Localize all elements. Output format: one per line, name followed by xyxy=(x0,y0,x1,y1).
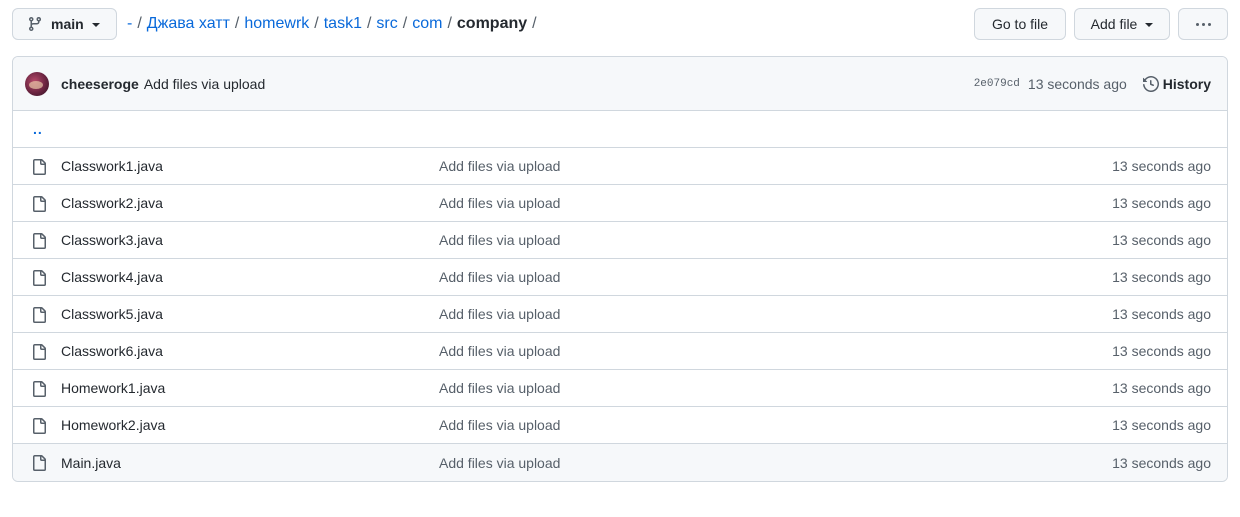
branch-label: main xyxy=(51,16,84,32)
file-commit-age: 13 seconds ago xyxy=(1112,417,1211,433)
file-name-link[interactable]: Main.java xyxy=(61,455,121,471)
file-commit-message[interactable]: Add files via upload xyxy=(439,158,560,174)
file-list: Classwork1.java Add files via upload 13 se… xyxy=(13,148,1227,481)
history-link[interactable]: History xyxy=(1142,75,1211,92)
file-name-link[interactable]: Classwork1.java xyxy=(61,158,163,174)
file-name-link[interactable]: Homework1.java xyxy=(61,380,165,396)
file-icon xyxy=(33,455,46,471)
go-to-file-button[interactable]: Go to file xyxy=(974,8,1066,40)
history-label: History xyxy=(1162,75,1211,92)
file-row: Main.java Add files via upload 13 seconds … xyxy=(13,444,1227,481)
breadcrumb-link[interactable]: Джава хатт xyxy=(147,15,230,33)
add-file-label: Add file xyxy=(1090,16,1138,32)
file-icon xyxy=(33,344,46,360)
breadcrumb-separator: / xyxy=(532,15,537,32)
breadcrumb-link[interactable]: - xyxy=(127,15,132,33)
file-row: Classwork2.java Add files via upload 13 se… xyxy=(13,185,1227,222)
file-commit-message[interactable]: Add files via upload xyxy=(439,417,560,433)
file-name-link[interactable]: Classwork2.java xyxy=(61,195,163,211)
file-icon xyxy=(33,418,46,434)
file-commit-age: 13 seconds ago xyxy=(1112,195,1211,211)
breadcrumb-separator: / xyxy=(402,15,408,32)
breadcrumb-link[interactable]: com xyxy=(412,15,442,33)
add-file-button[interactable]: Add file xyxy=(1074,8,1170,40)
chevron-down-icon xyxy=(1145,23,1154,27)
more-options-button[interactable] xyxy=(1178,8,1228,40)
top-bar: main - / Джава хатт / homewrk / task1/src / com /… xyxy=(12,8,1228,40)
file-commit-message[interactable]: Add files via upload xyxy=(439,269,560,285)
file-commit-age: 13 seconds ago xyxy=(1112,269,1211,285)
file-icon xyxy=(33,307,46,323)
latest-commit-bar: cheeseroge Add files via upload 2e079cd … xyxy=(13,57,1227,111)
file-commit-message[interactable]: Add files via upload xyxy=(439,343,560,359)
file-row: Homework2.java Add files via upload 13 sec… xyxy=(13,407,1227,444)
file-browser: cheeseroge Add files via upload 2e079cd … xyxy=(12,56,1228,482)
breadcrumb-link[interactable]: task1 xyxy=(324,15,362,33)
file-commit-message[interactable]: Add files via upload xyxy=(439,306,560,322)
breadcrumb-current: company xyxy=(456,15,528,32)
chevron-down-icon xyxy=(91,23,100,27)
branch-select-button[interactable]: main xyxy=(12,8,117,40)
kebab-horizontal-icon xyxy=(1195,22,1211,26)
breadcrumb-separator: / xyxy=(366,15,372,32)
git-branch-icon xyxy=(28,17,41,32)
file-name-link[interactable]: Classwork6.java xyxy=(61,343,163,359)
file-commit-message[interactable]: Add files via upload xyxy=(439,232,560,248)
avatar[interactable] xyxy=(25,71,49,96)
file-row: Classwork3.java Add files via upload 13 se… xyxy=(13,222,1227,259)
file-commit-age: 13 seconds ago xyxy=(1112,306,1211,322)
file-name-link[interactable]: Classwork3.java xyxy=(61,232,163,248)
breadcrumb-separator: / xyxy=(314,15,319,32)
file-commit-age: 13 seconds ago xyxy=(1112,380,1211,396)
file-icon xyxy=(33,381,46,397)
file-commit-message[interactable]: Add files via upload xyxy=(439,380,560,396)
file-row: Classwork1.java Add files via upload 13 se… xyxy=(13,148,1227,185)
file-name-link[interactable]: Classwork5.java xyxy=(61,306,163,322)
file-row: Classwork4.java Add files via upload 13 se… xyxy=(13,259,1227,296)
file-commit-age: 13 seconds ago xyxy=(1112,158,1211,174)
header-actions: Go to file Add file xyxy=(974,8,1228,40)
breadcrumb: - / Джава хатт / homewrk / task1/src / com / compa… xyxy=(127,15,542,33)
commit-age: 13 seconds ago xyxy=(1027,75,1127,92)
file-commit-age: 13 seconds ago xyxy=(1112,454,1211,471)
file-commit-age: 13 seconds ago xyxy=(1112,232,1211,248)
file-icon xyxy=(33,159,46,175)
file-commit-message[interactable]: Add files via upload xyxy=(439,455,560,471)
file-commit-age: 13 seconds ago xyxy=(1112,343,1211,359)
file-name-link[interactable]: Homework2.java xyxy=(61,417,165,433)
history-icon xyxy=(1142,75,1159,92)
commit-author[interactable]: cheeseroge xyxy=(61,76,139,92)
commit-meta: 2e079cd 13 seconds ago History xyxy=(974,76,1211,92)
parent-directory-row: .. xyxy=(13,111,1227,148)
file-icon xyxy=(33,270,46,286)
file-icon xyxy=(33,233,46,249)
file-commit-message[interactable]: Add files via upload xyxy=(439,195,560,211)
file-icon xyxy=(33,196,46,212)
breadcrumb-separator: / xyxy=(137,15,142,32)
file-row: Classwork5.java Add files via upload 13 se… xyxy=(13,296,1227,333)
breadcrumb-link[interactable]: src xyxy=(376,15,397,33)
breadcrumb-link[interactable]: homewrk xyxy=(244,15,309,33)
parent-directory-link[interactable]: .. xyxy=(33,121,43,137)
file-row: Homework1.java Add files via upload 13 sec… xyxy=(13,370,1227,407)
commit-sha[interactable]: 2e079cd xyxy=(974,78,1020,90)
file-row: Classwork6.java Add files via upload 13 se… xyxy=(13,333,1227,370)
commit-message[interactable]: Add files via upload xyxy=(144,76,265,92)
file-name-link[interactable]: Classwork4.java xyxy=(61,269,163,285)
breadcrumb-separator: / xyxy=(447,15,452,32)
breadcrumb-separator: / xyxy=(234,15,240,32)
